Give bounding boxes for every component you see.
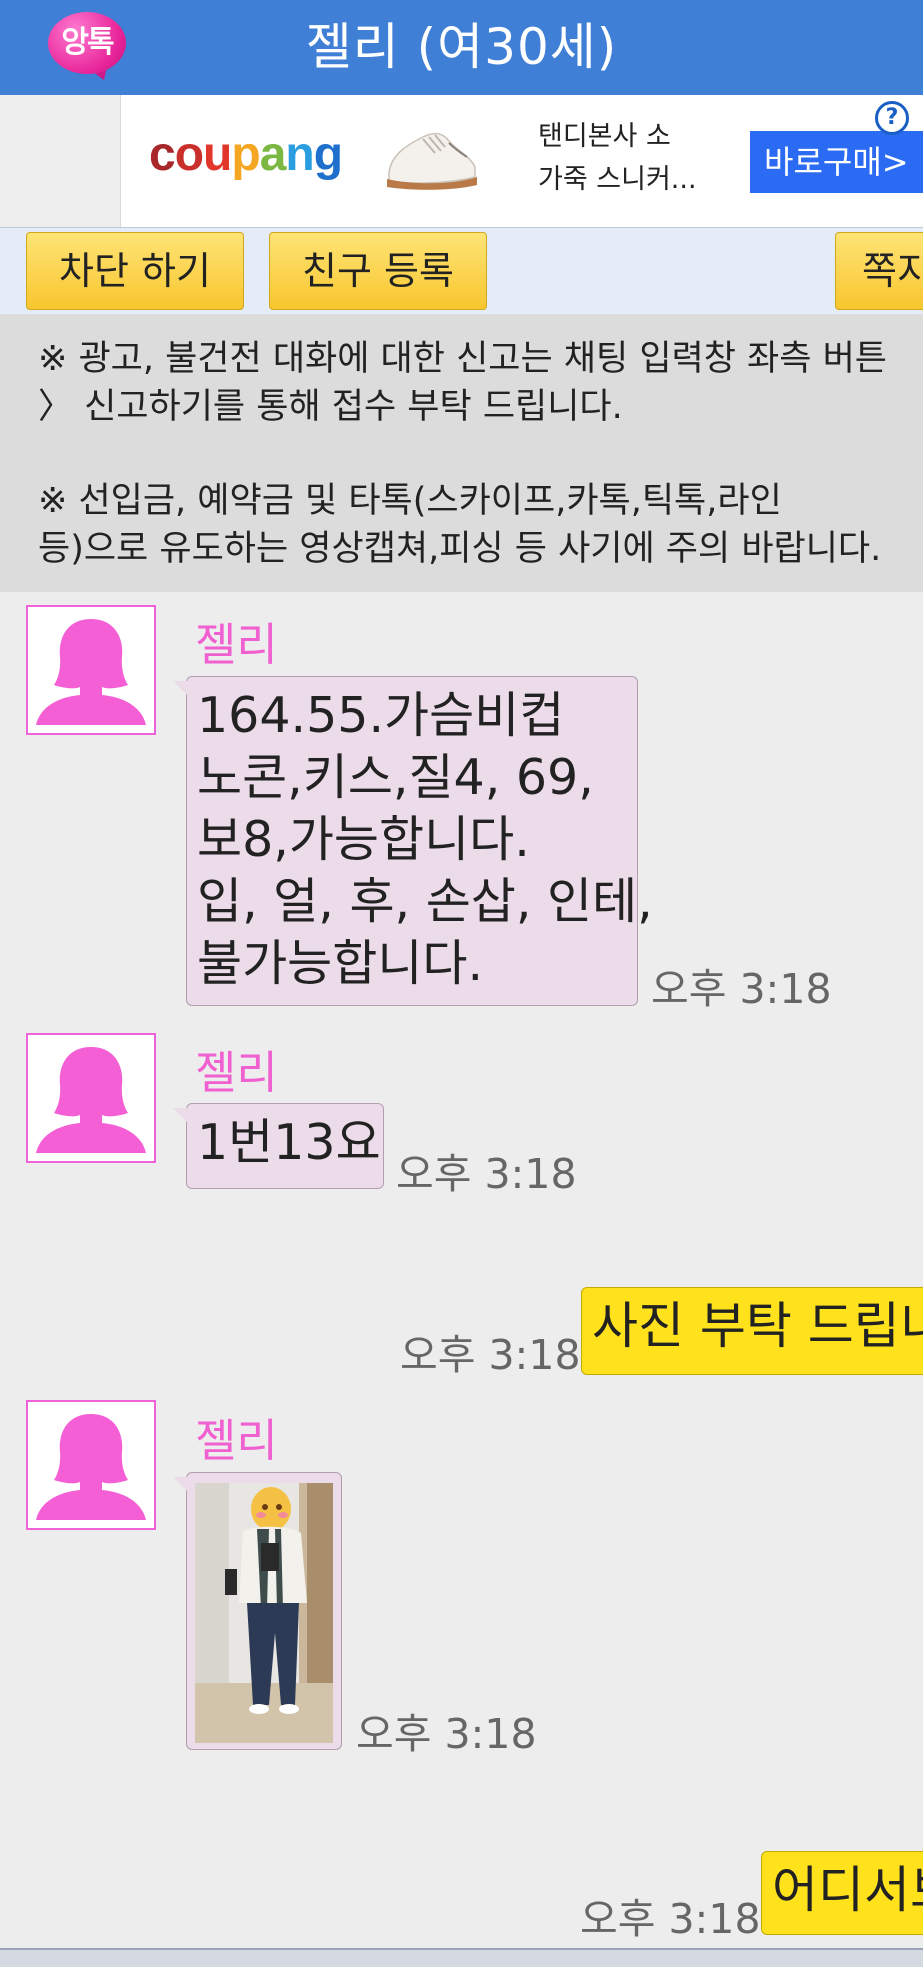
- ad-line-2: 가죽 스니커...: [538, 164, 697, 195]
- message-time: 오후 3:18: [651, 965, 832, 1013]
- avatar[interactable]: [26, 1033, 156, 1163]
- message-bubble[interactable]: 164.55.가슴비컵 노콘,키스,질4, 69, 보8,가능합니다. 입, 얼…: [173, 676, 653, 1006]
- warning-notice: ※ 광고, 불건전 대화에 대한 신고는 채팅 입력창 좌측 버튼 〉 신고하기…: [0, 314, 923, 592]
- avatar[interactable]: [26, 1400, 156, 1530]
- message-line: 입, 얼, 후, 손삽, 인테,: [197, 873, 653, 930]
- message-line: 노콘,키스,질4, 69,: [197, 749, 594, 806]
- sneaker-image: [387, 132, 477, 190]
- message-line: 불가능합니다.: [197, 935, 484, 992]
- message-line: 보8,가능합니다.: [197, 811, 530, 868]
- message-note-button[interactable]: 쪽지: [835, 232, 923, 310]
- message-text: 어디서보나요: [772, 1861, 923, 1919]
- add-friend-button[interactable]: 친구 등록: [269, 232, 487, 310]
- photo-message[interactable]: [173, 1472, 342, 1750]
- block-button[interactable]: 차단 하기: [26, 232, 244, 310]
- message-time: 오후 3:18: [396, 1150, 577, 1198]
- buy-now-button[interactable]: 바로구매>: [750, 131, 923, 193]
- female-user-icon: [36, 1414, 146, 1520]
- notice-line-1: ※ 광고, 불건전 대화에 대한 신고는 채팅 입력창 좌측 버튼: [38, 339, 887, 379]
- message-time: 오후 3:18: [400, 1331, 581, 1379]
- action-bar: 차단 하기 친구 등록 쪽지: [0, 227, 923, 315]
- message-text: 사진 부탁 드립니다: [592, 1297, 923, 1355]
- question-circle-icon[interactable]: ?: [875, 101, 909, 135]
- avatar[interactable]: [26, 605, 156, 735]
- sender-name: 젤리: [195, 618, 278, 671]
- input-bar-edge: [0, 1948, 923, 1967]
- chat-title: 젤리 (여30세): [305, 18, 618, 76]
- female-user-icon: [36, 619, 146, 725]
- message-time: 오후 3:18: [356, 1710, 537, 1758]
- notice-line-2: 〉 신고하기를 통해 접수 부탁 드립니다.: [38, 387, 623, 427]
- sender-name: 젤리: [195, 1414, 278, 1467]
- ad-line-1: 탠디본사 소: [538, 121, 671, 152]
- notice-line-3: ※ 선입금, 예약금 및 타톡(스카이프,카톡,틱톡,라인: [38, 481, 782, 521]
- ad-banner[interactable]: coupang 탠디본사 소 가죽 스니커... 바로구매> ?: [120, 95, 923, 227]
- coupang-logo: coupang: [149, 128, 343, 181]
- my-message-bubble[interactable]: 어디서보나요: [761, 1851, 923, 1935]
- my-message-bubble[interactable]: 사진 부탁 드립니다: [581, 1287, 923, 1375]
- notice-line-4: 등)으로 유도하는 영상캡쳐,피싱 등 사기에 주의 바랍니다.: [38, 529, 882, 569]
- ad-bar: coupang 탠디본사 소 가죽 스니커... 바로구매> ?: [0, 95, 923, 227]
- message-time: 오후 3:18: [580, 1895, 761, 1943]
- message-bubble[interactable]: 1번13요: [173, 1103, 384, 1189]
- mirror-selfie-photo: [195, 1483, 333, 1743]
- chat-header: 앙톡 젤리 (여30세): [0, 0, 923, 95]
- message-line: 164.55.가슴비컵: [197, 687, 565, 744]
- message-text: 1번13요: [197, 1114, 381, 1171]
- sender-name: 젤리: [195, 1046, 278, 1099]
- female-user-icon: [36, 1047, 146, 1153]
- ad-description: 탠디본사 소 가죽 스니커...: [538, 115, 718, 201]
